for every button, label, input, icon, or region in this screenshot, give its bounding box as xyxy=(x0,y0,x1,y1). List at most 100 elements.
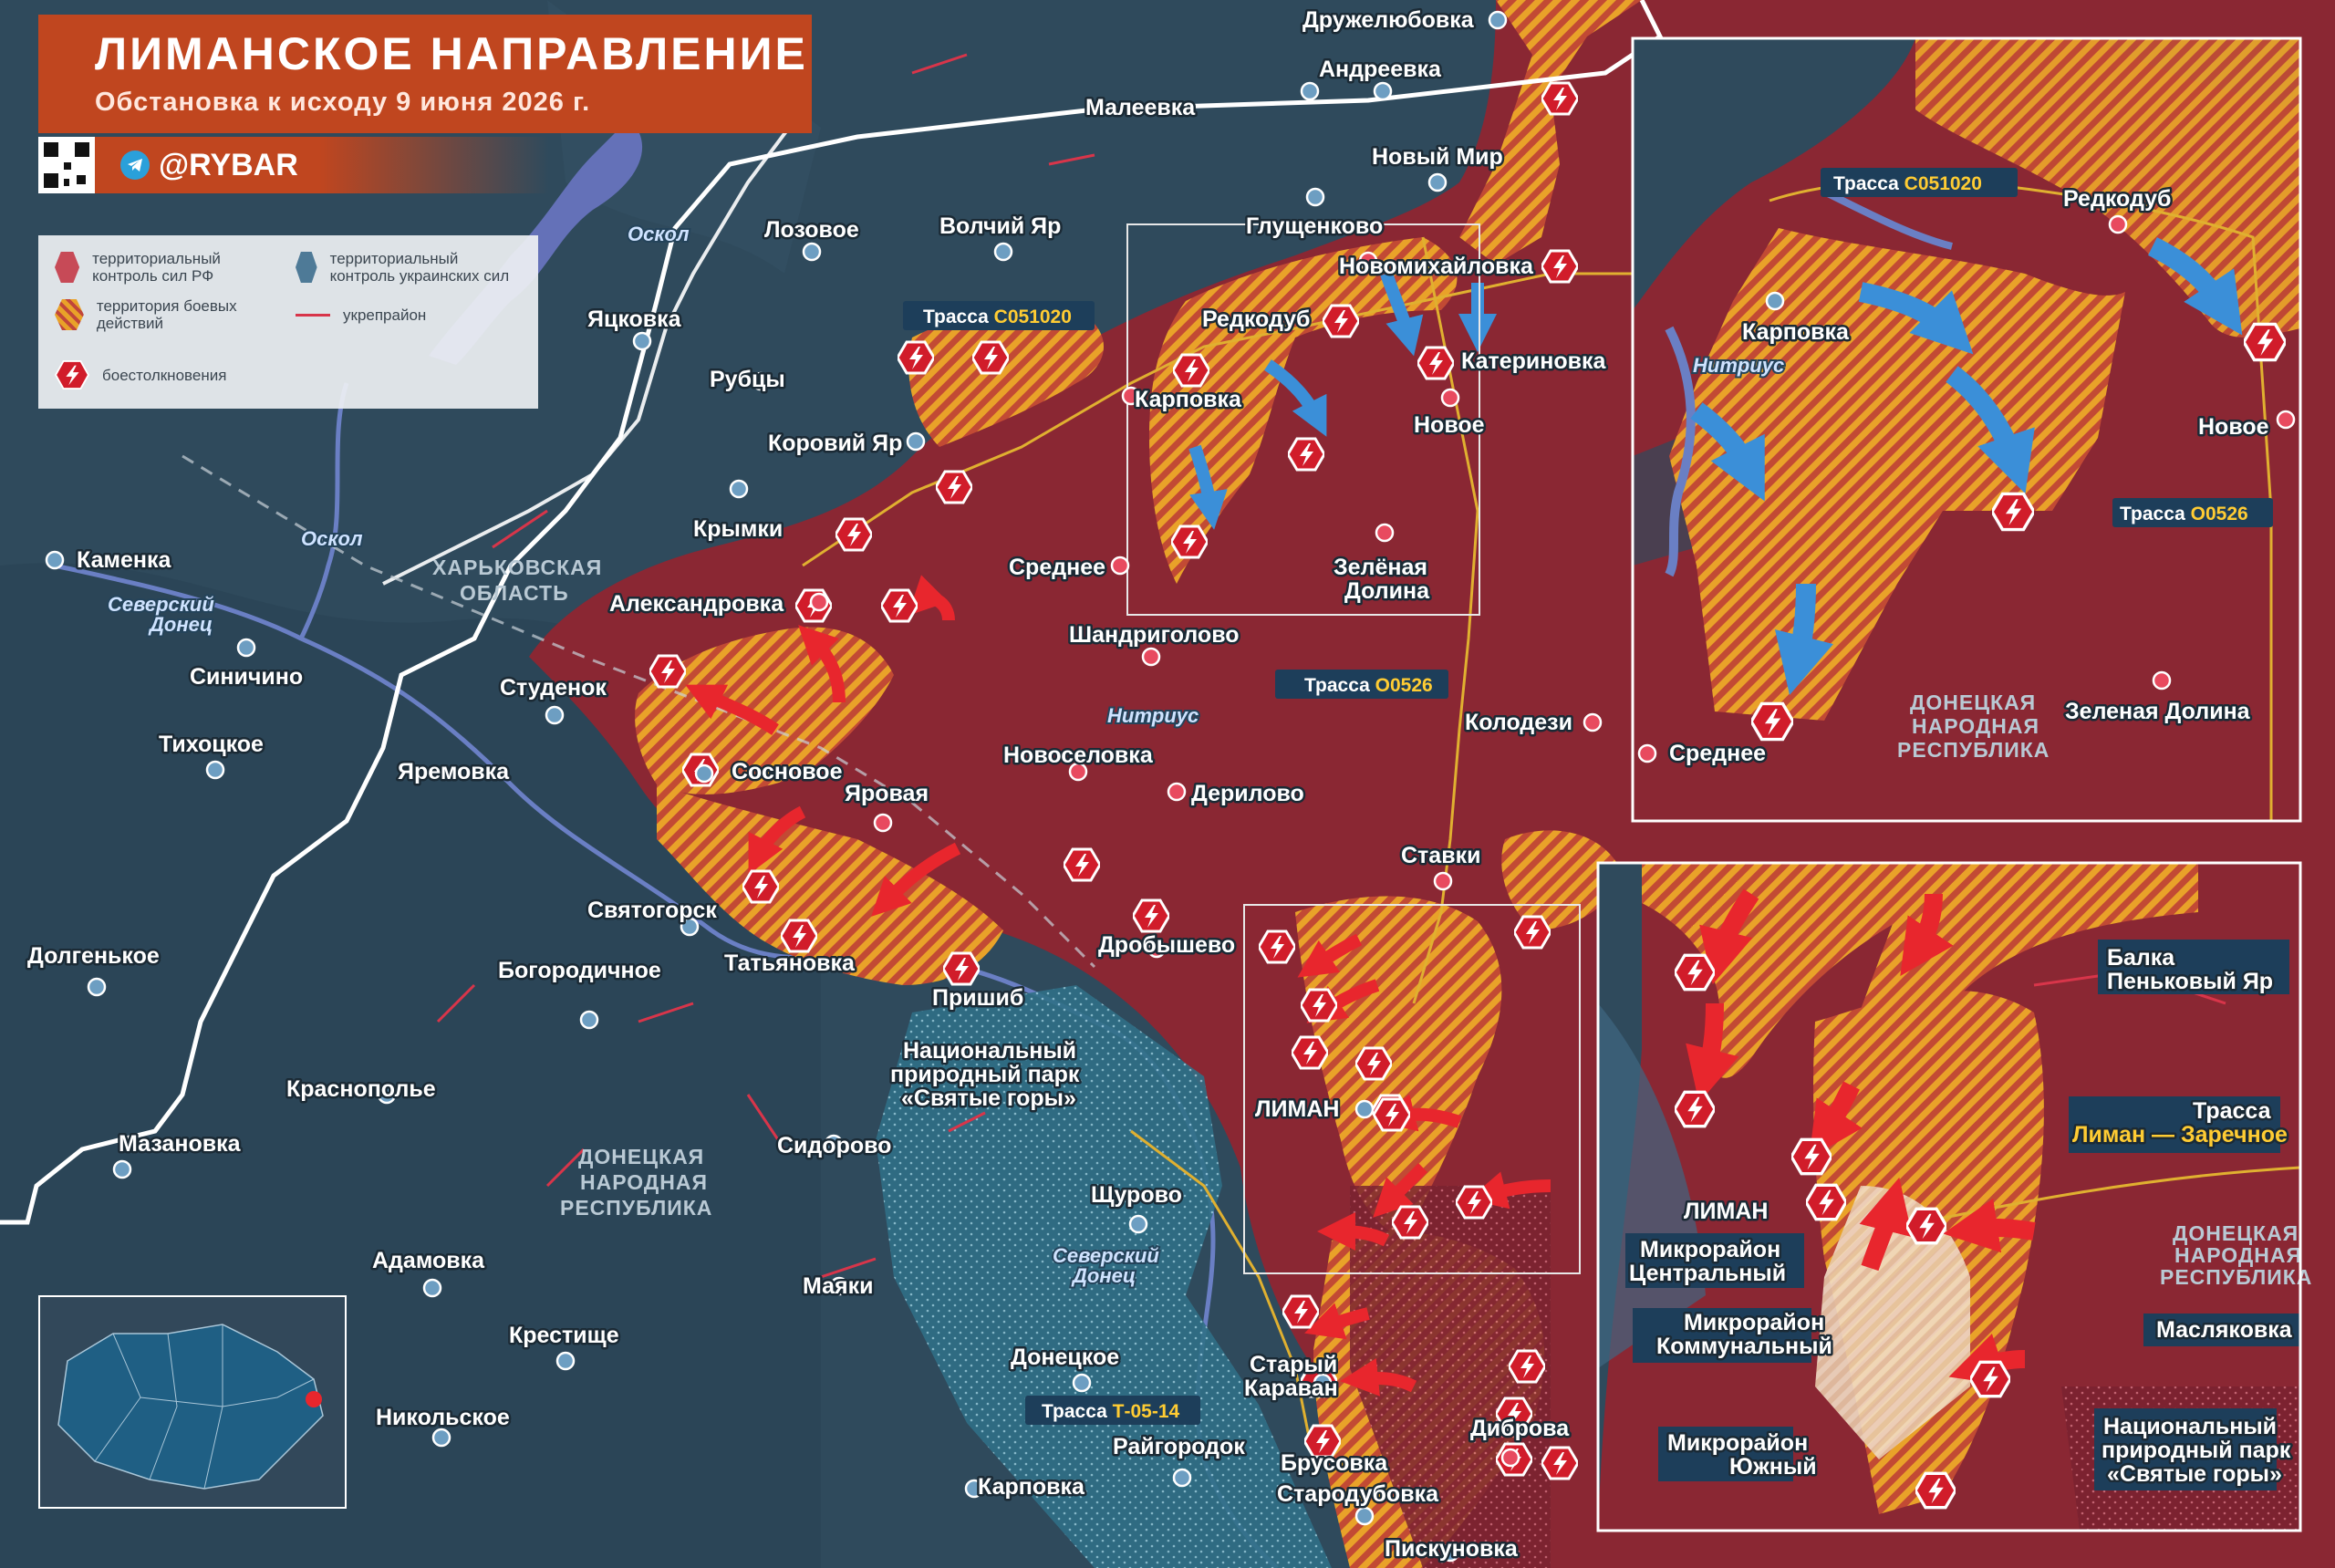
svg-text:«Святые горы»: «Святые горы» xyxy=(2107,1461,2282,1487)
svg-text:ЛИМАН: ЛИМАН xyxy=(1684,1199,1768,1224)
svg-text:Трасса С051020: Трасса С051020 xyxy=(1833,173,1982,194)
svg-text:Глущенково: Глущенково xyxy=(1246,213,1383,239)
region-dnr-line1: ДОНЕЦКАЯ xyxy=(578,1145,704,1168)
svg-text:природный парк: природный парк xyxy=(890,1062,1080,1087)
svg-text:Редкодуб: Редкодуб xyxy=(2063,186,2171,212)
svg-text:Балка: Балка xyxy=(2107,945,2175,971)
inset-road-tag-c051020: Трасса С051020 xyxy=(1821,168,2018,197)
region-dnr-line2: НАРОДНАЯ xyxy=(580,1170,708,1194)
map-legend: территориальный контроль сил РФ территор… xyxy=(38,235,538,409)
svg-text:Дробышево: Дробышево xyxy=(1098,932,1235,958)
svg-text:Тихоцкое: Тихоцкое xyxy=(159,732,264,757)
svg-text:Райгородок: Райгородок xyxy=(1113,1434,1245,1459)
qr-code-icon xyxy=(38,137,95,193)
svg-text:Богородичное: Богородичное xyxy=(498,958,661,983)
channel-handle-text: @RYBAR xyxy=(159,147,298,182)
svg-text:Трасса Т-05-14: Трасса Т-05-14 xyxy=(1042,1401,1180,1422)
region-kharkiv-line2: ОБЛАСТЬ xyxy=(460,581,569,605)
svg-text:Национальный: Национальный xyxy=(2103,1414,2277,1439)
river-oskol-label-2: Оскол xyxy=(301,527,363,550)
svg-text:Пискуновка: Пискуновка xyxy=(1385,1536,1519,1562)
svg-text:Крымки: Крымки xyxy=(693,516,783,542)
svg-text:Новоселовка: Новоселовка xyxy=(1003,742,1154,768)
svg-text:Национальный: Национальный xyxy=(903,1038,1076,1064)
page-subtitle: Обстановка к исходу 9 июня 2026 г. xyxy=(95,88,591,117)
svg-text:Центральный: Центральный xyxy=(1629,1261,1786,1286)
svg-text:Долгенькое: Долгенькое xyxy=(27,943,160,969)
inset-bottom-liman: Балка Пеньковый Яр Трасса Лиман — Заречн… xyxy=(1596,861,2311,1532)
svg-text:ЛИМАН: ЛИМАН xyxy=(1255,1096,1339,1122)
svg-text:Карповка: Карповка xyxy=(978,1474,1085,1500)
svg-text:Никольское: Никольское xyxy=(376,1405,510,1430)
svg-text:Краснополье: Краснополье xyxy=(286,1076,436,1102)
header-panel: ЛИМАНСКОЕ НАПРАВЛЕНИЕ Обстановка к исход… xyxy=(38,15,812,133)
svg-text:Крестище: Крестище xyxy=(509,1323,619,1348)
svg-text:Дерилово: Дерилово xyxy=(1191,781,1304,806)
fortified-line-icon xyxy=(296,314,330,317)
svg-text:ДОНЕЦКАЯ: ДОНЕЦКАЯ xyxy=(2173,1221,2299,1245)
river-nitrius-label: Нитриус xyxy=(1107,704,1199,727)
locator-map xyxy=(38,1295,347,1509)
telegram-icon xyxy=(120,151,150,180)
svg-text:Щурово: Щурово xyxy=(1091,1182,1182,1208)
svg-text:Яремовка: Яремовка xyxy=(398,759,510,784)
svg-text:Ставки: Ставки xyxy=(1401,843,1480,868)
legend-fighting: территория боевых действий xyxy=(55,297,274,332)
region-dnr-line3: РЕСПУБЛИКА xyxy=(560,1196,712,1220)
svg-text:Лозовое: Лозовое xyxy=(764,217,859,243)
svg-text:Трасса О0526: Трасса О0526 xyxy=(2120,504,2248,524)
svg-text:НАРОДНАЯ: НАРОДНАЯ xyxy=(2174,1243,2302,1267)
legend-clashes: боестолкновения xyxy=(55,359,292,390)
svg-text:Зеленая Долина: Зеленая Долина xyxy=(2065,699,2251,724)
legend-ua-control: территориальный контроль украинских сил xyxy=(296,250,524,285)
svg-text:РЕСПУБЛИКА: РЕСПУБЛИКА xyxy=(1897,738,2050,762)
svg-text:Каменка: Каменка xyxy=(77,547,171,573)
svg-text:Новое: Новое xyxy=(1414,412,1485,438)
legend-fortified: укрепрайон xyxy=(296,306,524,324)
svg-text:Шандриголово: Шандриголово xyxy=(1069,622,1240,648)
svg-text:Микрорайон: Микрорайон xyxy=(1684,1310,1824,1335)
road-tag-c051020: Трасса С051020 xyxy=(903,301,1095,330)
svg-text:Микрорайон: Микрорайон xyxy=(1667,1430,1808,1456)
svg-text:Яцковка: Яцковка xyxy=(587,306,682,332)
svg-text:Трасса: Трасса xyxy=(2193,1098,2272,1124)
svg-text:Новомихайловка: Новомихайловка xyxy=(1339,254,1534,279)
river-donets-label-1b: Донец xyxy=(148,613,213,636)
svg-text:Карповка: Карповка xyxy=(1742,319,1850,345)
svg-text:Нитриус: Нитриус xyxy=(1693,354,1784,377)
svg-text:природный парк: природный парк xyxy=(2102,1438,2291,1463)
channel-handle: @RYBAR xyxy=(120,146,298,184)
svg-text:Новое: Новое xyxy=(2198,414,2269,440)
svg-text:Синичино: Синичино xyxy=(190,664,303,690)
svg-text:Катериновка: Катериновка xyxy=(1461,348,1607,374)
inset-top-karpovka: Трасса С051020 Трасса О0526 Редкодуб Кар… xyxy=(1631,36,2302,823)
clash-icon xyxy=(55,359,89,390)
svg-text:НАРОДНАЯ: НАРОДНАЯ xyxy=(1912,714,2039,738)
svg-text:Караван: Караван xyxy=(1244,1376,1338,1401)
svg-text:Карповка: Карповка xyxy=(1135,387,1242,412)
svg-text:Трасса С051020: Трасса С051020 xyxy=(923,306,1072,327)
svg-text:Брусовка: Брусовка xyxy=(1281,1450,1388,1476)
svg-text:Диброва: Диброва xyxy=(1470,1416,1570,1441)
svg-text:Южный: Южный xyxy=(1729,1454,1817,1480)
svg-text:Пеньковый Яр: Пеньковый Яр xyxy=(2107,969,2273,994)
svg-text:Микрорайон: Микрорайон xyxy=(1640,1237,1780,1262)
svg-text:Сосновое: Сосновое xyxy=(732,759,843,784)
svg-text:«Святые горы»: «Святые горы» xyxy=(901,1085,1076,1111)
svg-text:Старый: Старый xyxy=(1250,1352,1337,1377)
region-kharkiv-line1: ХАРЬКОВСКАЯ xyxy=(432,556,602,579)
road-tag-t0514: Трасса Т-05-14 xyxy=(1025,1396,1200,1425)
road-tag-o0526: Трасса О0526 xyxy=(1275,670,1448,699)
ua-control-swatch-icon xyxy=(296,252,317,283)
svg-text:Андреевка: Андреевка xyxy=(1319,57,1442,82)
svg-text:Малеевка: Малеевка xyxy=(1085,95,1196,120)
svg-text:Колодези: Колодези xyxy=(1465,710,1572,735)
svg-text:Татьяновка: Татьяновка xyxy=(724,950,856,976)
svg-text:Масляковка: Масляковка xyxy=(2156,1317,2293,1343)
svg-text:Святогорск: Святогорск xyxy=(587,898,717,923)
svg-text:Студенок: Студенок xyxy=(500,675,607,701)
legend-ru-control: территориальный контроль сил РФ xyxy=(55,250,274,285)
svg-text:Сидорово: Сидорово xyxy=(777,1133,891,1158)
svg-text:Трасса О0526: Трасса О0526 xyxy=(1304,675,1433,696)
svg-text:Пришиб: Пришиб xyxy=(932,985,1023,1011)
